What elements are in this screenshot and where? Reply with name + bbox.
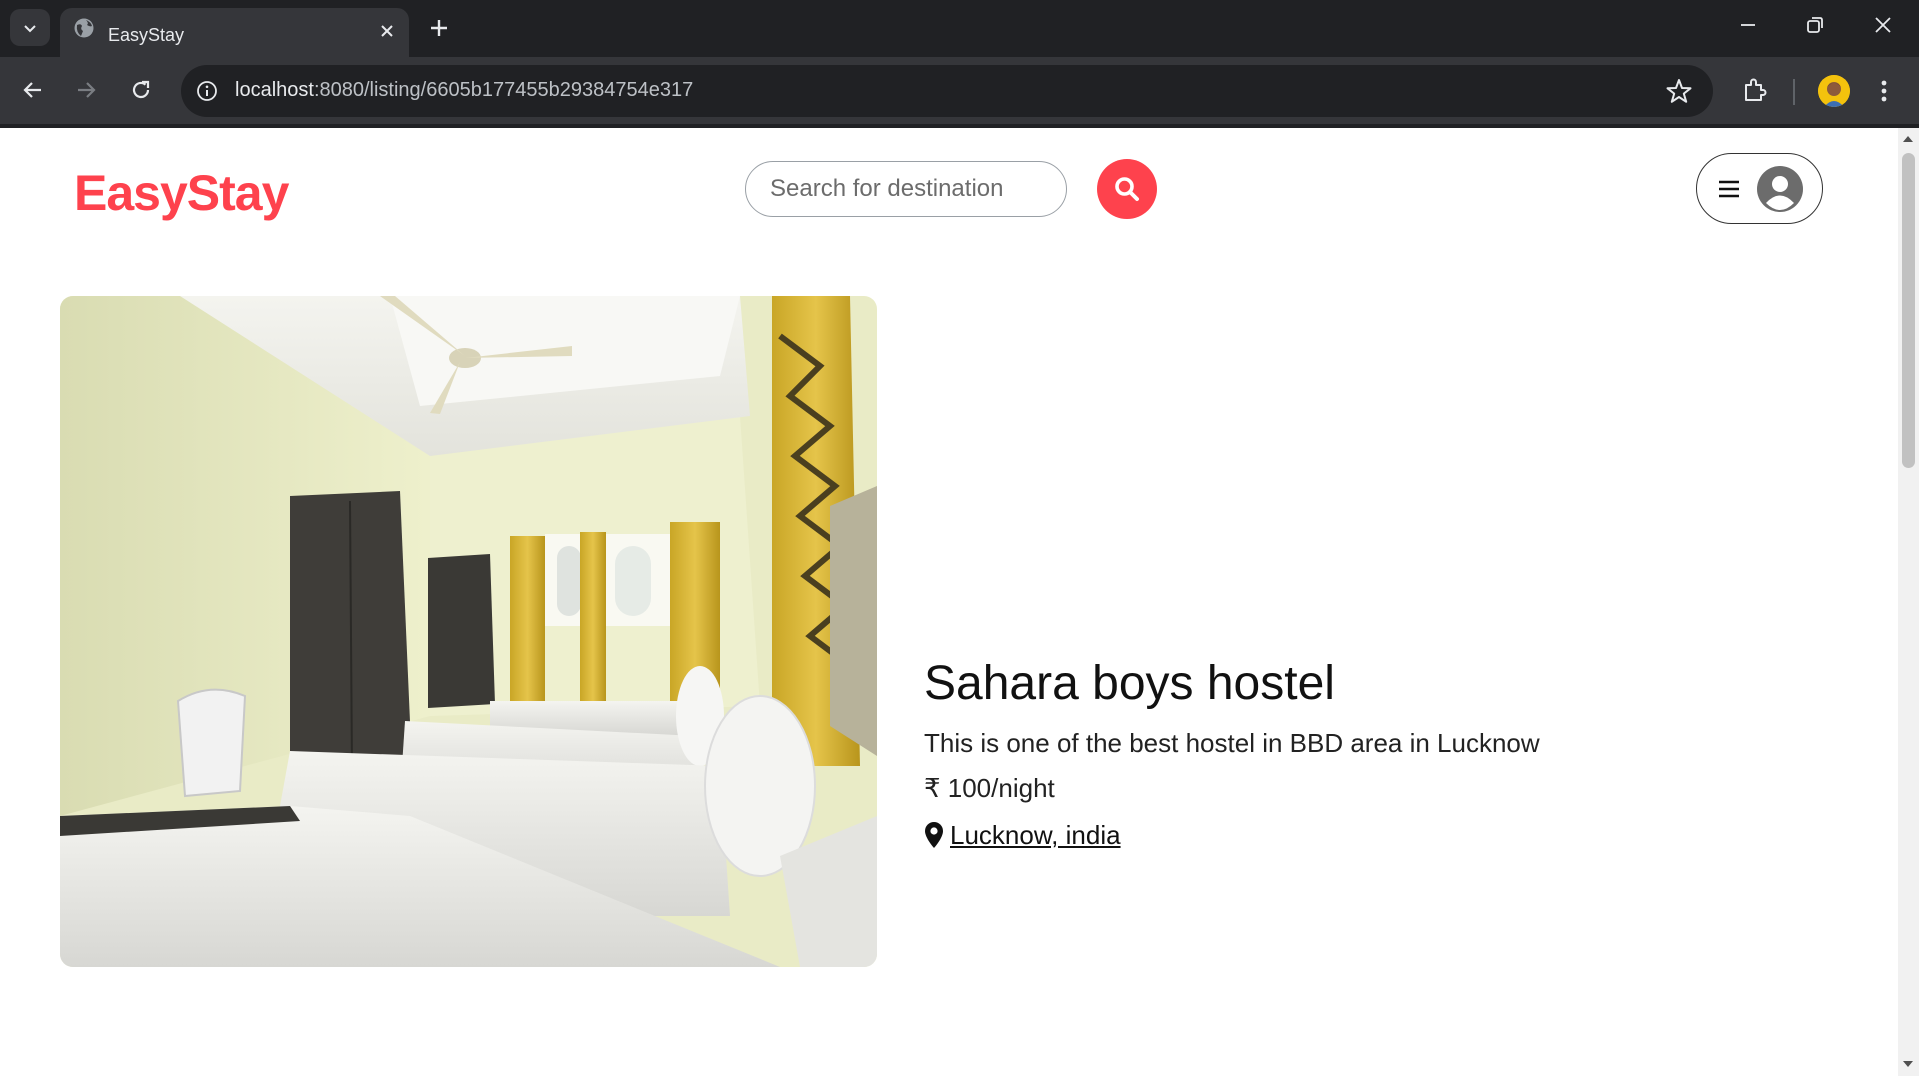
page-viewport: EasyStay Search for destination Sahara b… (0, 128, 1898, 1076)
hamburger-icon (1718, 180, 1739, 197)
browser-toolbar: localhost:8080/listing/6605b177455b29384… (0, 57, 1919, 128)
listing-image (60, 296, 877, 967)
bookmark-star-icon[interactable] (1665, 77, 1693, 105)
back-button[interactable] (18, 75, 48, 105)
url-path: :8080/listing/6605b177455b29384754e317 (313, 79, 694, 101)
map-pin-icon (925, 822, 943, 849)
tab-title: EasyStay (108, 25, 185, 45)
site-info-button[interactable] (193, 77, 221, 105)
user-circle-icon (1756, 165, 1803, 212)
url-host: localhost (235, 79, 314, 101)
page-scrollbar[interactable] (1898, 128, 1919, 1076)
location-link[interactable]: Lucknow, india (950, 820, 1121, 851)
search-button[interactable] (1097, 159, 1157, 219)
globe-icon (74, 18, 94, 38)
profile-avatar[interactable] (1818, 75, 1850, 107)
restore-icon[interactable] (1804, 14, 1826, 36)
site-logo[interactable]: EasyStay (74, 164, 289, 222)
user-menu-button[interactable] (1696, 153, 1823, 224)
browser-tab-bar: EasyStay (0, 0, 1919, 57)
address-bar[interactable]: localhost:8080/listing/6605b177455b29384… (181, 65, 1713, 117)
scroll-up-arrow-icon[interactable] (1903, 136, 1913, 142)
forward-button[interactable] (71, 75, 101, 105)
more-vert-icon[interactable] (1878, 77, 1890, 105)
extensions-icon[interactable] (1741, 76, 1769, 104)
listing-details: Sahara boys hostel This is one of the be… (924, 657, 1824, 851)
listing-location: Lucknow, india (924, 820, 1824, 851)
info-icon (197, 81, 217, 101)
url-text[interactable]: localhost:8080/listing/6605b177455b29384… (235, 79, 693, 102)
window-close-icon[interactable] (1872, 14, 1894, 36)
close-icon[interactable] (379, 23, 395, 39)
listing-title: Sahara boys hostel (924, 657, 1335, 710)
search-input[interactable] (745, 161, 1067, 217)
minimize-icon[interactable] (1737, 14, 1759, 36)
reload-button[interactable] (126, 75, 156, 105)
hostel-room-photo (60, 296, 877, 967)
search-icon (1115, 177, 1139, 201)
listing-description: This is one of the best hostel in BBD ar… (924, 727, 1540, 758)
toolbar-divider (1793, 79, 1795, 105)
avatar-icon (1818, 75, 1850, 107)
scroll-down-arrow-icon[interactable] (1903, 1061, 1913, 1067)
listing-price: ₹ 100/night (924, 772, 1055, 803)
arrow-left-icon (23, 82, 41, 98)
tab-search-button[interactable] (10, 9, 50, 46)
browser-tab-active[interactable]: EasyStay (60, 8, 409, 57)
arrow-right-icon (78, 82, 96, 98)
plus-icon[interactable] (425, 14, 453, 42)
chevron-down-icon (24, 24, 36, 32)
scroll-thumb[interactable] (1902, 153, 1915, 468)
reload-icon (132, 80, 150, 99)
